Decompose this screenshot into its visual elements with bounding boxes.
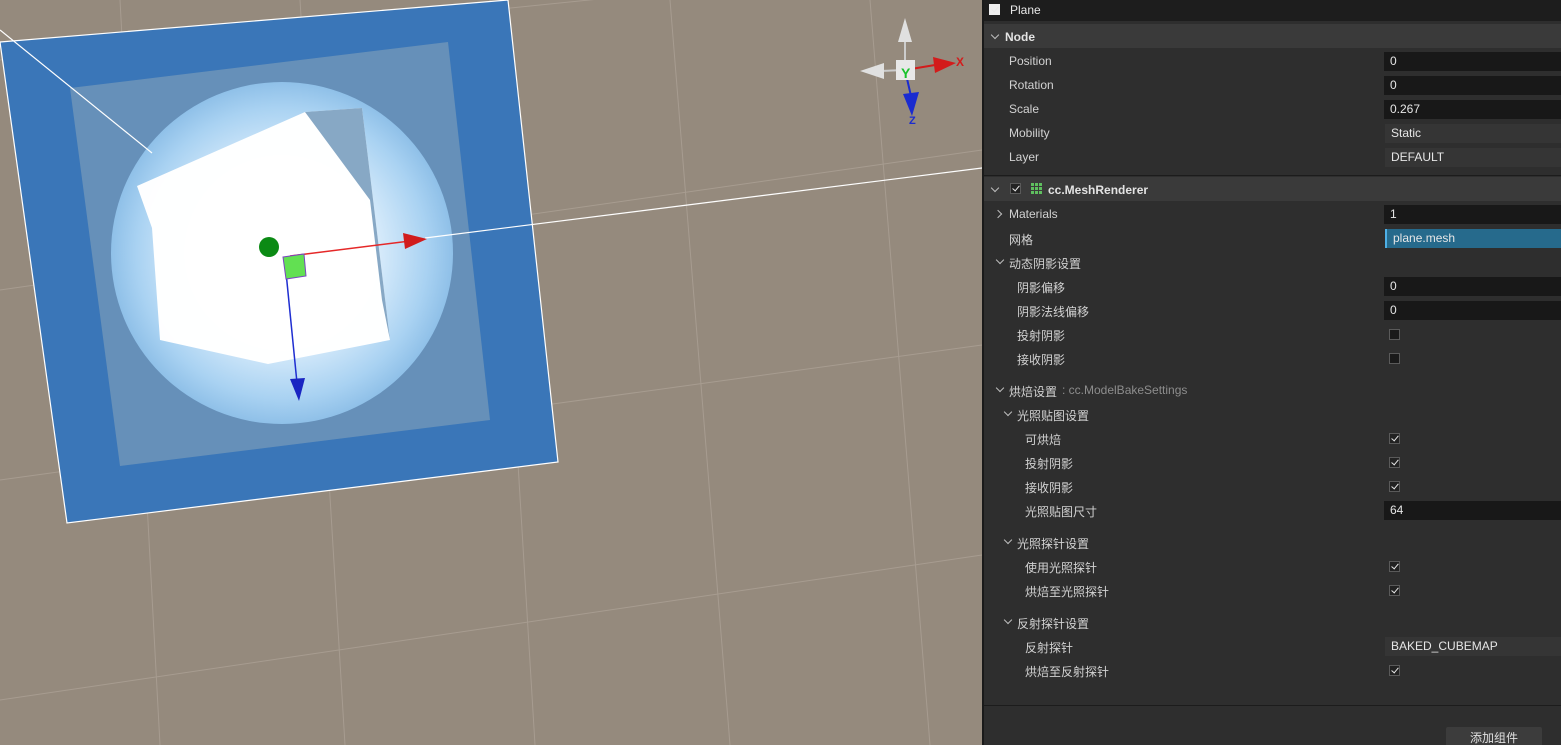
collapse-chevron-icon[interactable] bbox=[990, 183, 1000, 193]
reflection-probe-title: 反射探针设置 bbox=[1017, 617, 1090, 631]
meshrenderer-enabled-checkbox[interactable] bbox=[1010, 183, 1021, 194]
lm-receive-shadow-row: 接收阴影 bbox=[984, 475, 1561, 499]
inspector-panel: Plane Node Position 0 Rotation 0 Scale 0… bbox=[982, 0, 1561, 745]
scale-label: Scale bbox=[1009, 102, 1040, 116]
light-probe-title: 光照探针设置 bbox=[1017, 537, 1090, 551]
scene-canvas[interactable]: X Y Z bbox=[0, 0, 982, 745]
meshrenderer-header[interactable]: cc.MeshRenderer bbox=[984, 177, 1561, 201]
scale-row: Scale 0.267 bbox=[984, 98, 1561, 122]
node-section-header[interactable]: Node bbox=[984, 24, 1561, 48]
layer-select[interactable]: DEFAULT bbox=[1385, 148, 1561, 167]
expand-chevron-icon[interactable] bbox=[993, 209, 1003, 219]
mobility-label: Mobility bbox=[1009, 126, 1050, 140]
lightmap-size-field[interactable]: 64 bbox=[1384, 501, 1561, 520]
dynamic-shadow-group[interactable]: 动态阴影设置 bbox=[984, 251, 1561, 275]
lightmap-title: 光照贴图设置 bbox=[1017, 409, 1090, 423]
reflection-probe-group[interactable]: 反射探针设置 bbox=[984, 611, 1561, 635]
node-name-bar: Plane bbox=[984, 0, 1561, 21]
receive-shadow-label: 接收阴影 bbox=[1017, 353, 1066, 367]
collapse-chevron-icon[interactable] bbox=[995, 255, 1005, 265]
bake-settings-title: 烘焙设置 bbox=[1009, 385, 1058, 399]
bake-to-reflection-row: 烘焙至反射探针 bbox=[984, 659, 1561, 683]
lightmap-group[interactable]: 光照贴图设置 bbox=[984, 403, 1561, 427]
lm-cast-shadow-checkbox[interactable] bbox=[1389, 457, 1400, 468]
mobility-select[interactable]: Static bbox=[1385, 124, 1561, 143]
axis-label-x: X bbox=[956, 55, 964, 69]
materials-count-field[interactable]: 1 bbox=[1384, 205, 1561, 224]
materials-label: Materials bbox=[1009, 207, 1058, 221]
layer-label: Layer bbox=[1009, 150, 1040, 164]
rotation-row: Rotation 0 bbox=[984, 74, 1561, 98]
lightmap-size-row: 光照贴图尺寸 64 bbox=[984, 499, 1561, 523]
collapse-chevron-icon[interactable] bbox=[1003, 407, 1013, 417]
add-component-button[interactable]: 添加组件 bbox=[1446, 727, 1542, 745]
collapse-chevron-icon[interactable] bbox=[995, 383, 1005, 393]
bake-to-light-probe-row: 烘焙至光照探针 bbox=[984, 579, 1561, 603]
shadow-bias-label: 阴影偏移 bbox=[1017, 281, 1066, 295]
axis-label-z: Z bbox=[909, 115, 916, 127]
light-probe-group[interactable]: 光照探针设置 bbox=[984, 531, 1561, 555]
position-label: Position bbox=[1009, 54, 1052, 68]
rotation-label: Rotation bbox=[1009, 78, 1054, 92]
node-name[interactable]: Plane bbox=[1010, 3, 1041, 17]
bake-settings-group[interactable]: 烘焙设置 : cc.ModelBakeSettings bbox=[984, 379, 1561, 403]
gizmo-plane-handle[interactable] bbox=[282, 253, 307, 280]
bake-to-reflection-checkbox[interactable] bbox=[1389, 665, 1400, 676]
bake-to-light-probe-label: 烘焙至光照探针 bbox=[1025, 585, 1110, 599]
receive-shadow-checkbox[interactable] bbox=[1389, 353, 1400, 364]
bakeable-row: 可烘焙 bbox=[984, 427, 1561, 451]
position-row: Position 0 bbox=[984, 50, 1561, 74]
mobility-row: Mobility Static bbox=[984, 122, 1561, 146]
node-section-title: Node bbox=[1005, 30, 1035, 44]
shadow-normal-bias-label: 阴影法线偏移 bbox=[1017, 305, 1090, 319]
lightmap-size-label: 光照贴图尺寸 bbox=[1025, 505, 1098, 519]
axis-label-y: Y bbox=[901, 65, 911, 81]
reflection-probe-label: 反射探针 bbox=[1025, 641, 1074, 655]
cast-shadow-row: 投射阴影 bbox=[984, 323, 1561, 347]
node-active-checkbox[interactable] bbox=[989, 4, 1000, 15]
shadow-bias-field[interactable]: 0 bbox=[1384, 277, 1561, 296]
use-light-probe-row: 使用光照探针 bbox=[984, 555, 1561, 579]
section-divider bbox=[984, 175, 1561, 176]
orientation-gizmo[interactable]: X Y Z bbox=[860, 18, 964, 127]
mesh-label: 网格 bbox=[1009, 233, 1034, 247]
lm-cast-shadow-row: 投射阴影 bbox=[984, 451, 1561, 475]
shadow-bias-row: 阴影偏移 0 bbox=[984, 275, 1561, 299]
bakeable-label: 可烘焙 bbox=[1025, 433, 1062, 447]
rotation-field[interactable]: 0 bbox=[1384, 76, 1561, 95]
bake-settings-type: : cc.ModelBakeSettings bbox=[1062, 383, 1188, 397]
footer-divider bbox=[984, 705, 1561, 706]
reflection-probe-select[interactable]: BAKED_CUBEMAP bbox=[1385, 637, 1561, 656]
position-field[interactable]: 0 bbox=[1384, 52, 1561, 71]
collapse-chevron-icon[interactable] bbox=[1003, 535, 1013, 545]
shadow-normal-bias-field[interactable]: 0 bbox=[1384, 301, 1561, 320]
collapse-chevron-icon[interactable] bbox=[990, 30, 1000, 40]
bakeable-checkbox[interactable] bbox=[1389, 433, 1400, 444]
bake-to-reflection-label: 烘焙至反射探针 bbox=[1025, 665, 1110, 679]
cast-shadow-checkbox[interactable] bbox=[1389, 329, 1400, 340]
mesh-asset-field[interactable]: plane.mesh bbox=[1385, 229, 1561, 248]
lm-receive-shadow-checkbox[interactable] bbox=[1389, 481, 1400, 492]
collapse-chevron-icon[interactable] bbox=[1003, 615, 1013, 625]
mesh-row: 网格 plane.mesh bbox=[984, 227, 1561, 251]
layer-row: Layer DEFAULT bbox=[984, 146, 1561, 170]
dynamic-shadow-title: 动态阴影设置 bbox=[1009, 257, 1082, 271]
gizmo-center-handle[interactable] bbox=[259, 237, 279, 257]
shadow-normal-bias-row: 阴影法线偏移 0 bbox=[984, 299, 1561, 323]
bake-to-light-probe-checkbox[interactable] bbox=[1389, 585, 1400, 596]
lm-receive-shadow-label: 接收阴影 bbox=[1025, 481, 1074, 495]
use-light-probe-label: 使用光照探针 bbox=[1025, 561, 1098, 575]
use-light-probe-checkbox[interactable] bbox=[1389, 561, 1400, 572]
meshrenderer-title: cc.MeshRenderer bbox=[1048, 183, 1149, 197]
receive-shadow-row: 接收阴影 bbox=[984, 347, 1561, 371]
cast-shadow-label: 投射阴影 bbox=[1017, 329, 1066, 343]
scene-viewport[interactable]: X Y Z bbox=[0, 0, 982, 745]
materials-row[interactable]: Materials 1 bbox=[984, 203, 1561, 227]
reflection-probe-row: 反射探针 BAKED_CUBEMAP bbox=[984, 635, 1561, 659]
lm-cast-shadow-label: 投射阴影 bbox=[1025, 457, 1074, 471]
component-grid-icon bbox=[1031, 183, 1042, 194]
scale-field[interactable]: 0.267 bbox=[1384, 100, 1561, 119]
